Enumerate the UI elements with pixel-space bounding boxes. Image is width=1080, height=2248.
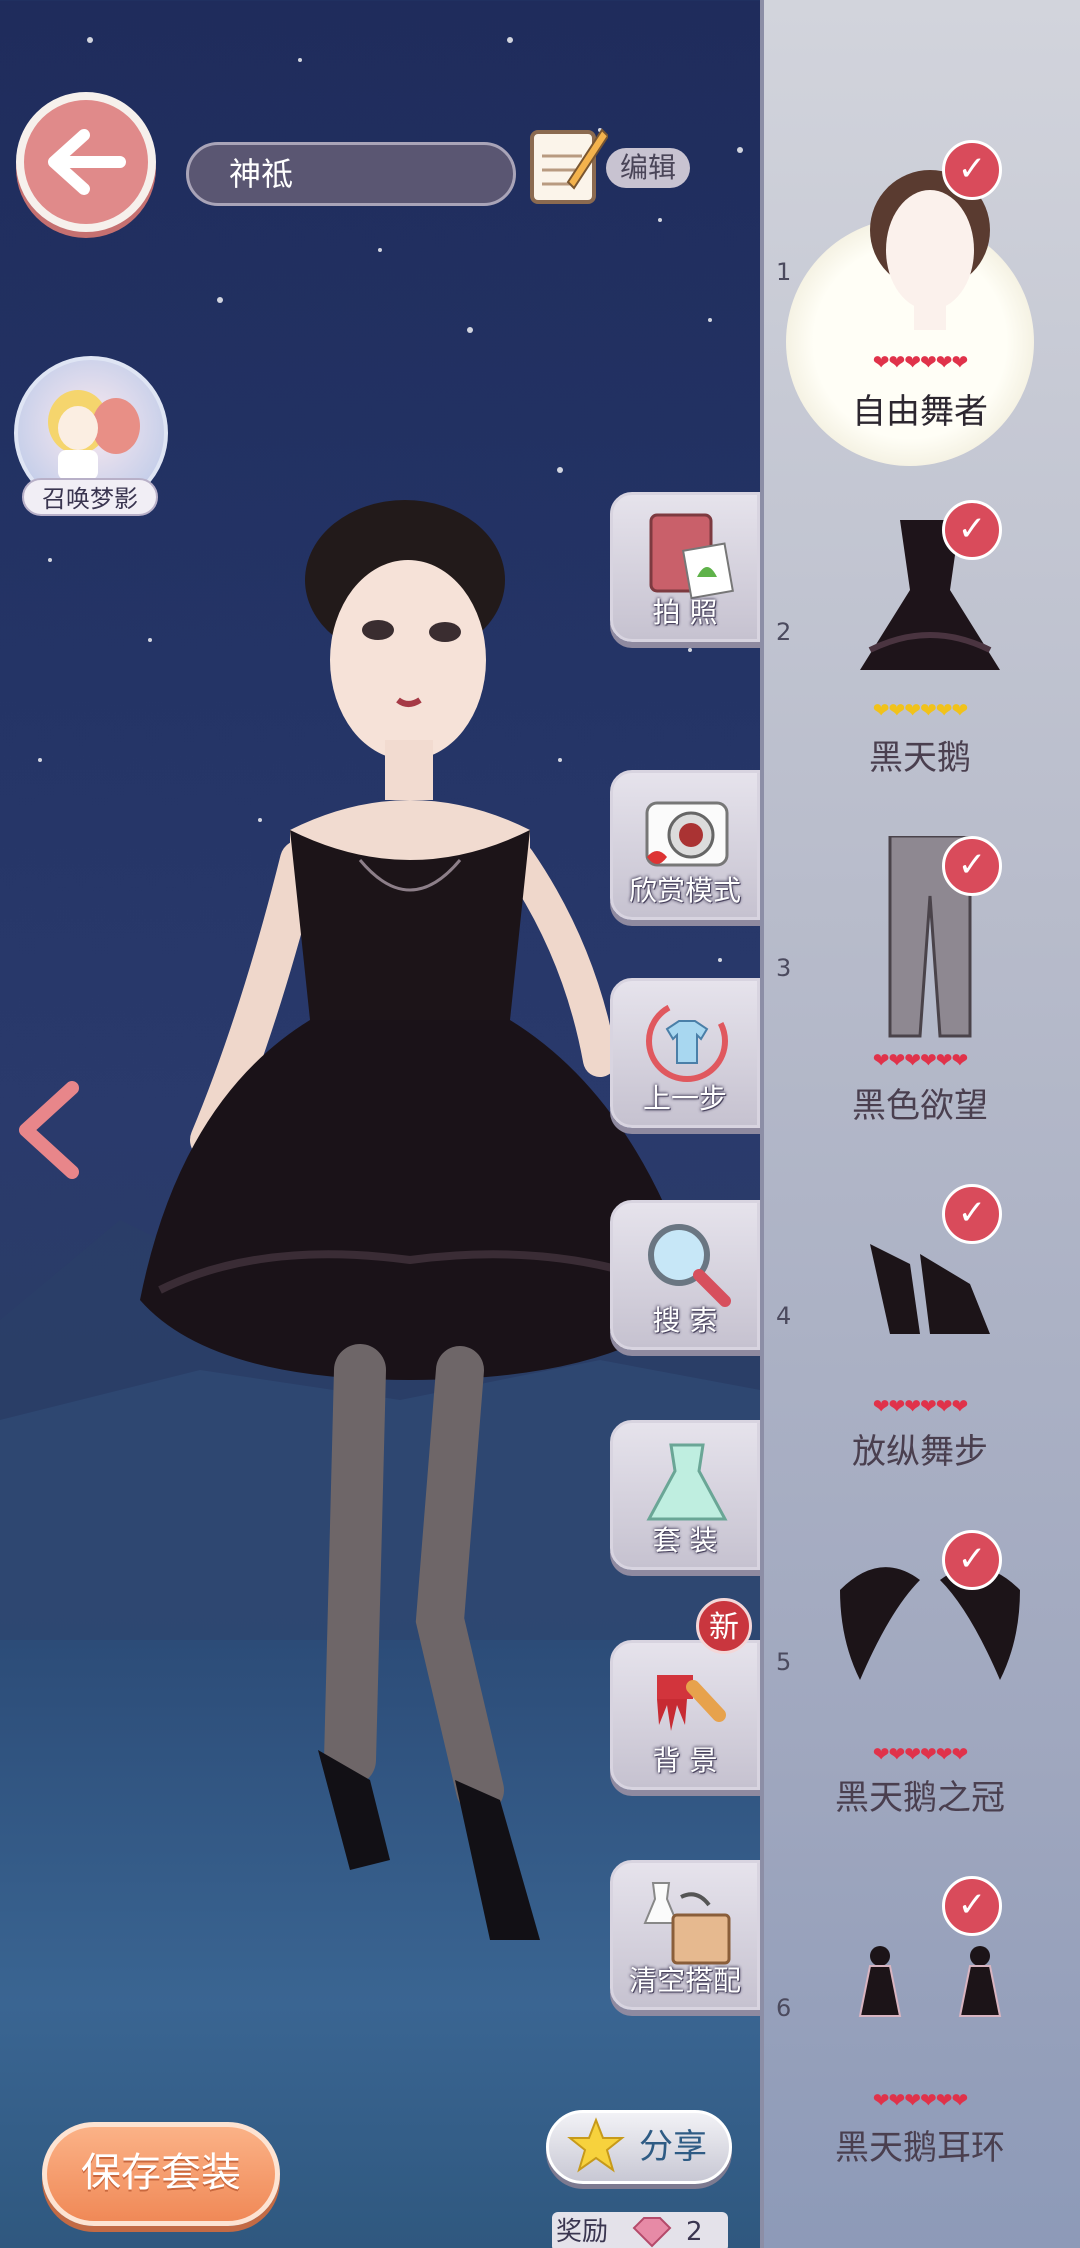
item-name: 自由舞者: [852, 392, 988, 432]
undo-label: 上一步: [642, 1082, 727, 1115]
item-index: 2: [776, 618, 792, 646]
item-slot-4[interactable]: 4 ✓ ❤❤❤❤❤❤ 放纵舞步: [760, 1184, 1080, 1524]
item-slot-5[interactable]: 5 ✓ ❤❤❤❤❤❤ 黑天鹅之冠: [760, 1530, 1080, 1870]
item-index: 6: [776, 1994, 792, 2022]
gem-icon: [632, 2217, 672, 2248]
item-index: 5: [776, 1648, 792, 1676]
reward-bar: 奖励 2: [552, 2212, 728, 2248]
item-rating: ❤❤❤❤❤❤: [872, 2088, 969, 2112]
star-icon: [567, 2117, 625, 2173]
summon-label[interactable]: 召唤梦影: [22, 478, 158, 516]
magnifier-icon: [648, 1224, 731, 1307]
outfit-name-field[interactable]: 神祗: [186, 142, 516, 206]
item-rating: ❤❤❤❤❤❤: [872, 698, 969, 722]
view-mode-button[interactable]: 欣赏模式: [610, 770, 760, 920]
item-index: 4: [776, 1302, 792, 1330]
background-button[interactable]: 背 景: [610, 1640, 760, 1790]
item-name: 黑色欲望: [852, 1086, 988, 1126]
save-outfit-button[interactable]: 保存套装: [42, 2122, 280, 2226]
suit-button[interactable]: 套 装: [610, 1420, 760, 1570]
clear-box-icon: [643, 1882, 731, 1965]
back-button[interactable]: [16, 92, 156, 232]
undo-button[interactable]: 上一步: [610, 978, 760, 1128]
new-badge: 新: [696, 1598, 752, 1654]
item-index: 3: [776, 954, 792, 982]
checkmark-icon: ✓: [942, 500, 1002, 560]
photo-button[interactable]: 拍 照: [610, 492, 760, 642]
camera-icon: [645, 801, 729, 867]
clear-outfit-button[interactable]: 清空搭配: [610, 1860, 760, 2010]
item-slot-3[interactable]: 3 ✓ ❤❤❤❤❤❤ 黑色欲望: [760, 836, 1080, 1176]
reward-count: 2: [686, 2217, 703, 2247]
reward-label: 奖励: [556, 2217, 609, 2247]
undo-shirt-icon: [646, 1000, 728, 1082]
item-name: 黑天鹅之冠: [835, 1778, 1005, 1818]
checkmark-icon: ✓: [942, 1184, 1002, 1244]
photo-album-icon: [649, 513, 734, 600]
item-slot-6[interactable]: 6 ✓ ❤❤❤❤❤❤ 黑天鹅耳环: [760, 1876, 1080, 2216]
checkmark-icon: ✓: [942, 836, 1002, 896]
background-label: 背 景: [652, 1744, 718, 1777]
edit-note-icon[interactable]: [528, 122, 608, 206]
paintbrush-icon: [657, 1675, 726, 1731]
suit-label: 套 装: [652, 1524, 718, 1557]
item-rating: ❤❤❤❤❤❤: [872, 1394, 969, 1418]
view-mode-label: 欣赏模式: [628, 874, 741, 907]
checkmark-icon: ✓: [942, 140, 1002, 200]
item-slot-1[interactable]: 1 ✓ ❤❤❤❤❤❤ 自由舞者: [760, 140, 1080, 480]
item-rating: ❤❤❤❤❤❤: [872, 350, 969, 374]
item-rating: ❤❤❤❤❤❤: [872, 1048, 969, 1072]
photo-label: 拍 照: [652, 596, 718, 629]
edit-label[interactable]: 编辑: [606, 148, 690, 188]
checkmark-icon: ✓: [942, 1876, 1002, 1936]
item-slot-2[interactable]: 2 ✓ ❤❤❤❤❤❤ 黑天鹅: [760, 500, 1080, 840]
checkmark-icon: ✓: [942, 1530, 1002, 1590]
item-index: 1: [776, 258, 792, 286]
chevron-left-icon[interactable]: [14, 1080, 84, 1180]
item-rating: ❤❤❤❤❤❤: [872, 1742, 969, 1766]
search-button[interactable]: 搜 索: [610, 1200, 760, 1350]
clear-outfit-label: 清空搭配: [628, 1964, 741, 1997]
search-label: 搜 索: [652, 1304, 718, 1337]
item-name: 黑天鹅: [869, 738, 971, 778]
item-name: 黑天鹅耳环: [835, 2128, 1005, 2168]
dress-icon: [646, 1443, 728, 1521]
arrow-left-icon: [48, 129, 126, 195]
item-name: 放纵舞步: [852, 1432, 988, 1472]
